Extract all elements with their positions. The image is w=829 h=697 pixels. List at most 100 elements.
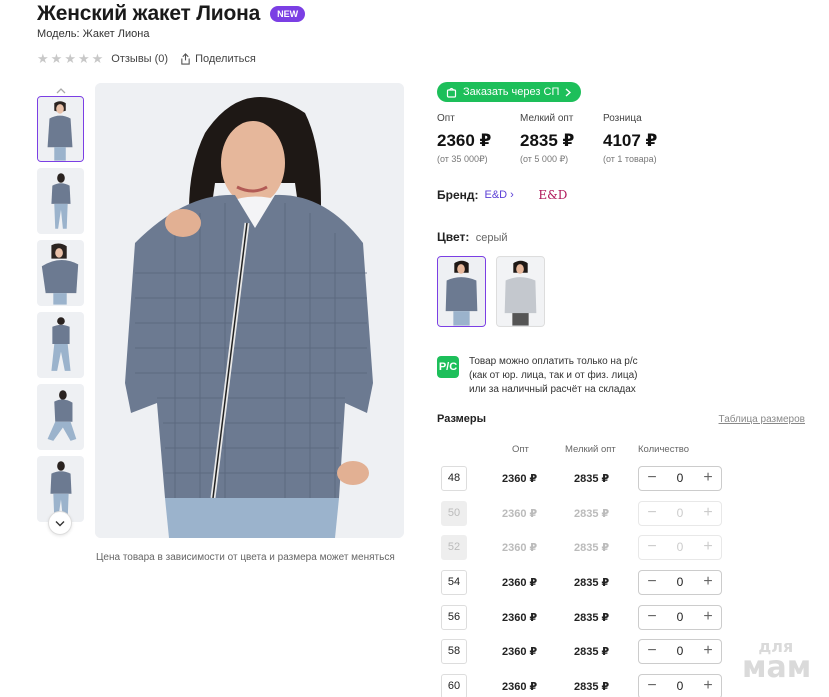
minus-icon[interactable]: − xyxy=(645,609,659,625)
thumbnail-image xyxy=(38,313,83,377)
plus-icon[interactable]: + xyxy=(701,678,715,694)
brand-link[interactable]: E&D › xyxy=(485,189,514,201)
quantity-stepper[interactable]: − 0 + xyxy=(638,569,722,595)
price-note: Цена товара в зависимости от цвета и раз… xyxy=(96,552,395,563)
share-icon xyxy=(181,52,190,65)
brand-row: Бренд: E&D › E&D xyxy=(437,182,582,208)
thumbnail-3[interactable] xyxy=(37,240,84,306)
jacket-photo xyxy=(95,83,404,538)
chevron-down-icon xyxy=(55,520,65,526)
reviews-link[interactable]: Отзывы (0) xyxy=(111,53,168,65)
swatch-image xyxy=(438,257,485,326)
minus-icon[interactable]: − xyxy=(645,643,659,659)
meta-row: ★ ★ ★ ★ ★ Отзывы (0) Поделиться xyxy=(37,52,256,65)
quantity-value[interactable]: 0 xyxy=(677,644,684,658)
opt-price: 2360 ₽ xyxy=(502,472,538,485)
quantity-value[interactable]: 0 xyxy=(677,610,684,624)
small-opt-price: 2835 ₽ xyxy=(574,541,610,554)
brand-name: E&D xyxy=(484,189,508,201)
chevron-right-icon xyxy=(565,87,572,97)
watermark: для мам xyxy=(742,638,811,683)
price-label: Опт xyxy=(437,113,455,124)
swatch-grey[interactable] xyxy=(437,256,486,327)
star-icon: ★ xyxy=(37,51,49,66)
bank-transfer-icon: Р/С xyxy=(437,356,459,378)
new-badge: NEW xyxy=(270,6,306,22)
quantity-stepper: − 0 + xyxy=(638,500,722,526)
price-value: 4107 ₽ xyxy=(603,131,658,150)
quantity-value[interactable]: 0 xyxy=(677,679,684,693)
col-header-qty: Количество xyxy=(638,444,690,455)
thumbnail-1[interactable] xyxy=(37,96,84,162)
minus-icon: − xyxy=(647,538,657,555)
thumbnail-4[interactable] xyxy=(37,312,84,378)
payment-line: или за наличный расчёт на складах xyxy=(469,384,636,395)
rating-stars: ★ ★ ★ ★ ★ xyxy=(37,52,103,65)
color-swatches xyxy=(437,256,545,327)
size-row: 48 2360 ₽ 2835 ₽ − 0 + xyxy=(441,465,726,491)
product-title: Женский жакет Лиона xyxy=(37,2,261,25)
size-row: 50 2360 ₽ 2835 ₽ − 0 + xyxy=(441,500,726,526)
opt-price: 2360 ₽ xyxy=(502,541,538,554)
thumbnail-image xyxy=(38,97,83,161)
quantity-stepper[interactable]: − 0 + xyxy=(638,604,722,630)
opt-price: 2360 ₽ xyxy=(502,507,538,520)
price-value: 2360 ₽ xyxy=(437,131,492,150)
quantity-stepper[interactable]: − 0 + xyxy=(638,638,722,664)
share-button[interactable]: Поделиться xyxy=(180,53,256,65)
payment-line: (как от юр. лица, так и от физ. лица) xyxy=(469,370,638,381)
small-opt-price: 2835 ₽ xyxy=(574,576,610,589)
price-tier-retail: Розница 4107 ₽ (от 1 товара) xyxy=(603,113,686,165)
star-icon: ★ xyxy=(91,51,104,66)
small-opt-price: 2835 ₽ xyxy=(574,645,610,658)
title-row: Женский жакет Лиона NEW xyxy=(37,2,306,26)
quantity-value[interactable]: 0 xyxy=(677,471,684,485)
quantity-stepper: − 0 + xyxy=(638,534,722,560)
plus-icon[interactable]: + xyxy=(701,643,715,659)
scroll-down-button[interactable] xyxy=(48,511,72,535)
plus-icon: + xyxy=(703,504,713,521)
size-label: 48 xyxy=(441,465,467,491)
price-tier-small-opt: Мелкий опт 2835 ₽ (от 5 000 ₽) xyxy=(520,113,603,165)
order-button-label: Заказать через СП xyxy=(463,86,560,98)
cart-icon xyxy=(446,87,457,98)
opt-price: 2360 ₽ xyxy=(502,645,538,658)
quantity-stepper[interactable]: − 0 + xyxy=(638,673,722,697)
minus-icon[interactable]: − xyxy=(645,678,659,694)
chevron-up-icon[interactable] xyxy=(53,86,69,96)
price-label: Розница xyxy=(603,113,642,124)
price-label: Мелкий опт xyxy=(520,113,574,124)
size-chart-link[interactable]: Таблица размеров xyxy=(719,414,805,425)
minus-icon: − xyxy=(647,504,657,521)
plus-icon[interactable]: + xyxy=(701,609,715,625)
sizes-title: Размеры xyxy=(437,413,487,425)
thumbnail-5[interactable] xyxy=(37,384,84,450)
plus-icon[interactable]: + xyxy=(701,470,715,486)
size-row: 52 2360 ₽ 2835 ₽ − 0 + xyxy=(441,534,726,560)
thumbnail-2[interactable] xyxy=(37,168,84,234)
share-label: Поделиться xyxy=(195,52,256,65)
size-row: 56 2360 ₽ 2835 ₽ − 0 + xyxy=(441,604,726,630)
main-product-image[interactable] xyxy=(95,83,404,538)
plus-icon[interactable]: + xyxy=(701,574,715,590)
size-label: 56 xyxy=(441,604,467,630)
size-row: 60 2360 ₽ 2835 ₽ − 0 + xyxy=(441,673,726,697)
star-icon: ★ xyxy=(50,51,63,66)
brand-logo[interactable]: E&D xyxy=(523,182,582,208)
quantity-value: 0 xyxy=(676,540,684,554)
minus-icon[interactable]: − xyxy=(645,470,659,486)
payment-text: Товар можно оплатить только на р/с (как … xyxy=(469,355,638,397)
quantity-value[interactable]: 0 xyxy=(677,575,684,589)
opt-price: 2360 ₽ xyxy=(502,611,538,624)
swatch-light-grey[interactable] xyxy=(496,256,545,327)
thumbnail-list xyxy=(37,86,85,528)
quantity-stepper[interactable]: − 0 + xyxy=(638,465,722,491)
col-header-small-opt: Мелкий опт xyxy=(565,444,616,455)
size-label: 60 xyxy=(441,673,467,697)
minus-icon[interactable]: − xyxy=(645,574,659,590)
small-opt-price: 2835 ₽ xyxy=(574,611,610,624)
order-joint-purchase-button[interactable]: Заказать через СП xyxy=(437,82,582,102)
color-value: серый xyxy=(475,232,508,244)
price-condition: (от 5 000 ₽) xyxy=(520,154,569,164)
thumbnail-image xyxy=(38,241,83,305)
